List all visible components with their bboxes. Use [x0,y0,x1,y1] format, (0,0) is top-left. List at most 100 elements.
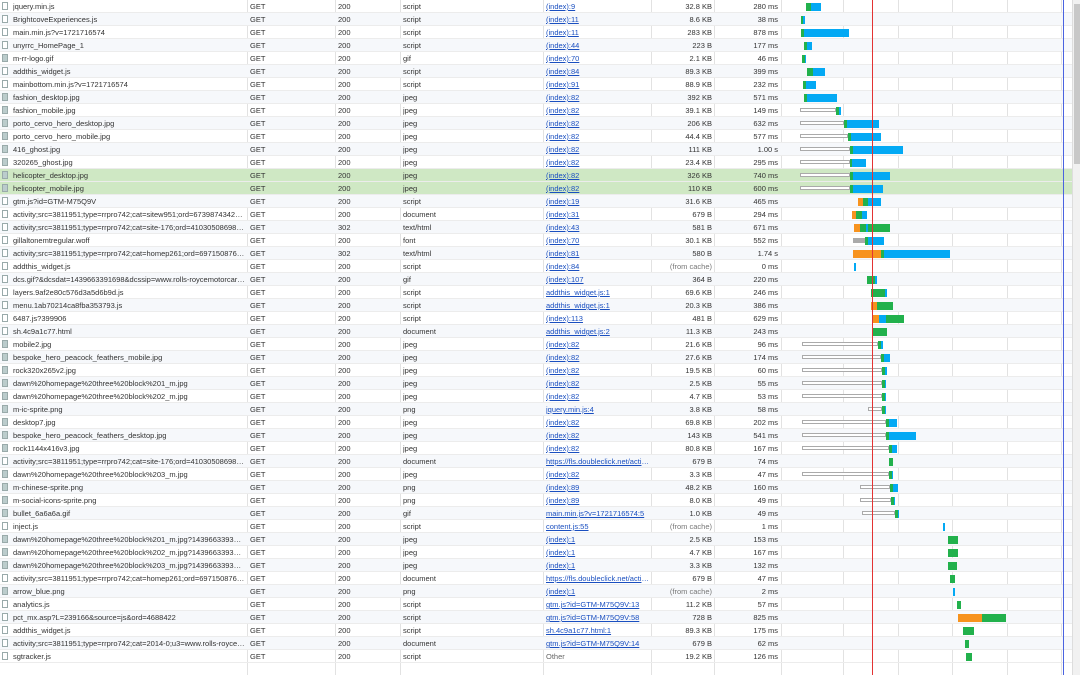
table-row[interactable]: gillaltonemtregular.woff GET 200 font (index… [0,234,1072,247]
request-initiator[interactable]: (index):81 [546,247,650,260]
request-initiator[interactable]: gtm.js?id=GTM-M75Q9V:58 [546,611,650,624]
table-row[interactable]: fashion_mobile.jpg GET 200 jpeg (index):82 39… [0,104,1072,117]
table-row[interactable]: m-social-icons-sprite.png GET 200 png (index… [0,494,1072,507]
table-row[interactable]: porto_cervo_hero_desktop.jpg GET 200 jpeg (i… [0,117,1072,130]
table-row[interactable]: dawn%20homepage%20three%20block%202_m.jp… [0,390,1072,403]
table-row[interactable]: bespoke_hero_peacock_feathers_mobile.jpg… [0,351,1072,364]
request-name[interactable]: addthis_widget.js [13,624,245,637]
table-row[interactable]: activity;src=3811951;type=rrpro742;cat=s… [0,221,1072,234]
table-row[interactable]: menu.1ab70214ca8fba353793.js GET 200 script… [0,299,1072,312]
table-row[interactable]: sgtracker.js GET 200 script Other 19.2 KB 126 … [0,650,1072,663]
request-name[interactable]: BrightcoveExperiences.js [13,13,245,26]
request-initiator[interactable]: (index):84 [546,65,650,78]
request-name[interactable]: main.min.js?v=1721716574 [13,26,245,39]
table-row[interactable]: m-rr-logo.gif GET 200 gif (index):70 2.1 KB 46… [0,52,1072,65]
table-row[interactable]: BrightcoveExperiences.js GET 200 script (ind… [0,13,1072,26]
scroll-thumb[interactable] [1074,4,1080,164]
request-initiator[interactable]: (index):89 [546,481,650,494]
request-initiator[interactable]: https://fls.doubleclick.net/activit... [546,572,650,585]
request-name[interactable]: dawn%20homepage%20three%20block%202_m.jp… [13,390,245,403]
table-row[interactable]: bullet_6a6a6a.gif GET 200 gif main.min.js?v=… [0,507,1072,520]
request-initiator[interactable]: gtm.js?id=GTM-M75Q9V:14 [546,637,650,650]
request-name[interactable]: bespoke_hero_peacock_feathers_desktop.jp… [13,429,245,442]
request-initiator[interactable]: (index):82 [546,104,650,117]
request-name[interactable]: mainbottom.min.js?v=1721716574 [13,78,245,91]
request-initiator[interactable]: (index):44 [546,39,650,52]
table-row[interactable]: activity;src=3811951;type=rrpro742;cat=h… [0,247,1072,260]
request-name[interactable]: menu.1ab70214ca8fba353793.js [13,299,245,312]
request-initiator[interactable]: (index):82 [546,390,650,403]
request-name[interactable]: activity;src=3811951;type=rrpro742;cat=s… [13,208,245,221]
request-initiator[interactable]: (index):70 [546,234,650,247]
table-row[interactable]: bespoke_hero_peacock_feathers_desktop.jp… [0,429,1072,442]
request-name[interactable]: arrow_blue.png [13,585,245,598]
request-initiator[interactable]: gtm.js?id=GTM-M75Q9V:13 [546,598,650,611]
request-initiator[interactable]: (index):89 [546,494,650,507]
table-row[interactable]: 6487.js?399906 GET 200 script (index):113 481… [0,312,1072,325]
request-initiator[interactable]: (index):43 [546,221,650,234]
table-row[interactable]: activity;src=3811951;type=rrpro742;cat=s… [0,208,1072,221]
request-initiator[interactable]: (index):82 [546,338,650,351]
request-initiator[interactable]: content.js:55 [546,520,650,533]
request-name[interactable]: dawn%20homepage%20three%20block%201_m.jp… [13,377,245,390]
request-name[interactable]: dawn%20homepage%20three%20block%202_m.jp… [13,546,245,559]
request-initiator[interactable]: (index):9 [546,0,650,13]
request-name[interactable]: m-social-icons-sprite.png [13,494,245,507]
request-initiator[interactable]: (index):82 [546,117,650,130]
request-name[interactable]: helicopter_mobile.jpg [13,182,245,195]
request-name[interactable]: analytics.js [13,598,245,611]
request-name[interactable]: porto_cervo_hero_desktop.jpg [13,117,245,130]
request-initiator[interactable]: (index):31 [546,208,650,221]
table-row[interactable]: main.min.js?v=1721716574 GET 200 script (ind… [0,26,1072,39]
request-name[interactable]: dawn%20homepage%20three%20block%203_m.jp… [13,559,245,572]
table-row[interactable]: activity;src=3811951;type=rrpro742;cat=h… [0,572,1072,585]
request-initiator[interactable]: (index):11 [546,26,650,39]
table-row[interactable]: sh.4c9a1c77.html GET 200 document addthis_wi… [0,325,1072,338]
table-row[interactable]: dawn%20homepage%20three%20block%203_m.jp… [0,468,1072,481]
request-name[interactable]: addthis_widget.js [13,65,245,78]
table-row[interactable]: porto_cervo_hero_mobile.jpg GET 200 jpeg (in… [0,130,1072,143]
request-initiator[interactable]: (index):82 [546,130,650,143]
table-row[interactable]: mobile2.jpg GET 200 jpeg (index):82 21.6 KB 96… [0,338,1072,351]
table-row[interactable]: activity;src=3811951;type=rrpro742;cat=s… [0,455,1072,468]
request-initiator[interactable]: (index):82 [546,156,650,169]
table-row[interactable]: fashion_desktop.jpg GET 200 jpeg (index):82 3… [0,91,1072,104]
request-initiator[interactable]: https://fls.doubleclick.net/activit... [546,455,650,468]
request-name[interactable]: gtm.js?id=GTM-M75Q9V [13,195,245,208]
request-name[interactable]: dawn%20homepage%20three%20block%203_m.jp… [13,468,245,481]
table-row[interactable]: addthis_widget.js GET 200 script sh.4c9a1c77… [0,624,1072,637]
table-row[interactable]: addthis_widget.js GET 200 script (index):84 8… [0,65,1072,78]
request-initiator[interactable]: (index):82 [546,429,650,442]
table-row[interactable]: dawn%20homepage%20three%20block%201_m.jp… [0,533,1072,546]
table-row[interactable]: dawn%20homepage%20three%20block%201_m.jp… [0,377,1072,390]
table-row[interactable]: addthis_widget.js GET 200 script (index):84 (… [0,260,1072,273]
request-name[interactable]: rock1144x416v3.jpg [13,442,245,455]
request-initiator[interactable]: (index):70 [546,52,650,65]
table-row[interactable]: m-ic-sprite.png GET 200 png jquery.min.js:4 3… [0,403,1072,416]
request-name[interactable]: 416_ghost.jpg [13,143,245,156]
request-name[interactable]: jquery.min.js [13,0,245,13]
request-name[interactable]: bullet_6a6a6a.gif [13,507,245,520]
request-initiator[interactable]: main.min.js?v=1721716574:5 [546,507,650,520]
table-row[interactable]: activity;src=3811951;type=rrpro742;cat=2… [0,637,1072,650]
table-row[interactable]: analytics.js GET 200 script gtm.js?id=GTM-M7… [0,598,1072,611]
request-name[interactable]: gillaltonemtregular.woff [13,234,245,247]
request-initiator[interactable]: (index):1 [546,585,650,598]
request-initiator[interactable]: (index):84 [546,260,650,273]
table-row[interactable]: helicopter_desktop.jpg GET 200 jpeg (index):… [0,169,1072,182]
request-initiator[interactable]: addthis_widget.js:2 [546,325,650,338]
request-name[interactable]: mobile2.jpg [13,338,245,351]
request-name[interactable]: rock320x265v2.jpg [13,364,245,377]
request-initiator[interactable]: sh.4c9a1c77.html:1 [546,624,650,637]
request-name[interactable]: inject.js [13,520,245,533]
table-row[interactable]: rock320x265v2.jpg GET 200 jpeg (index):82 19.… [0,364,1072,377]
request-name[interactable]: porto_cervo_hero_mobile.jpg [13,130,245,143]
request-initiator[interactable]: (index):82 [546,91,650,104]
request-initiator[interactable]: (index):1 [546,533,650,546]
request-initiator[interactable]: (index):82 [546,364,650,377]
request-initiator[interactable]: (index):11 [546,13,650,26]
request-name[interactable]: m-ic-sprite.png [13,403,245,416]
request-name[interactable]: pct_mx.asp?L=239166&source=js&ord=468842… [13,611,245,624]
request-initiator[interactable]: (index):19 [546,195,650,208]
table-row[interactable]: arrow_blue.png GET 200 png (index):1 (from ca… [0,585,1072,598]
